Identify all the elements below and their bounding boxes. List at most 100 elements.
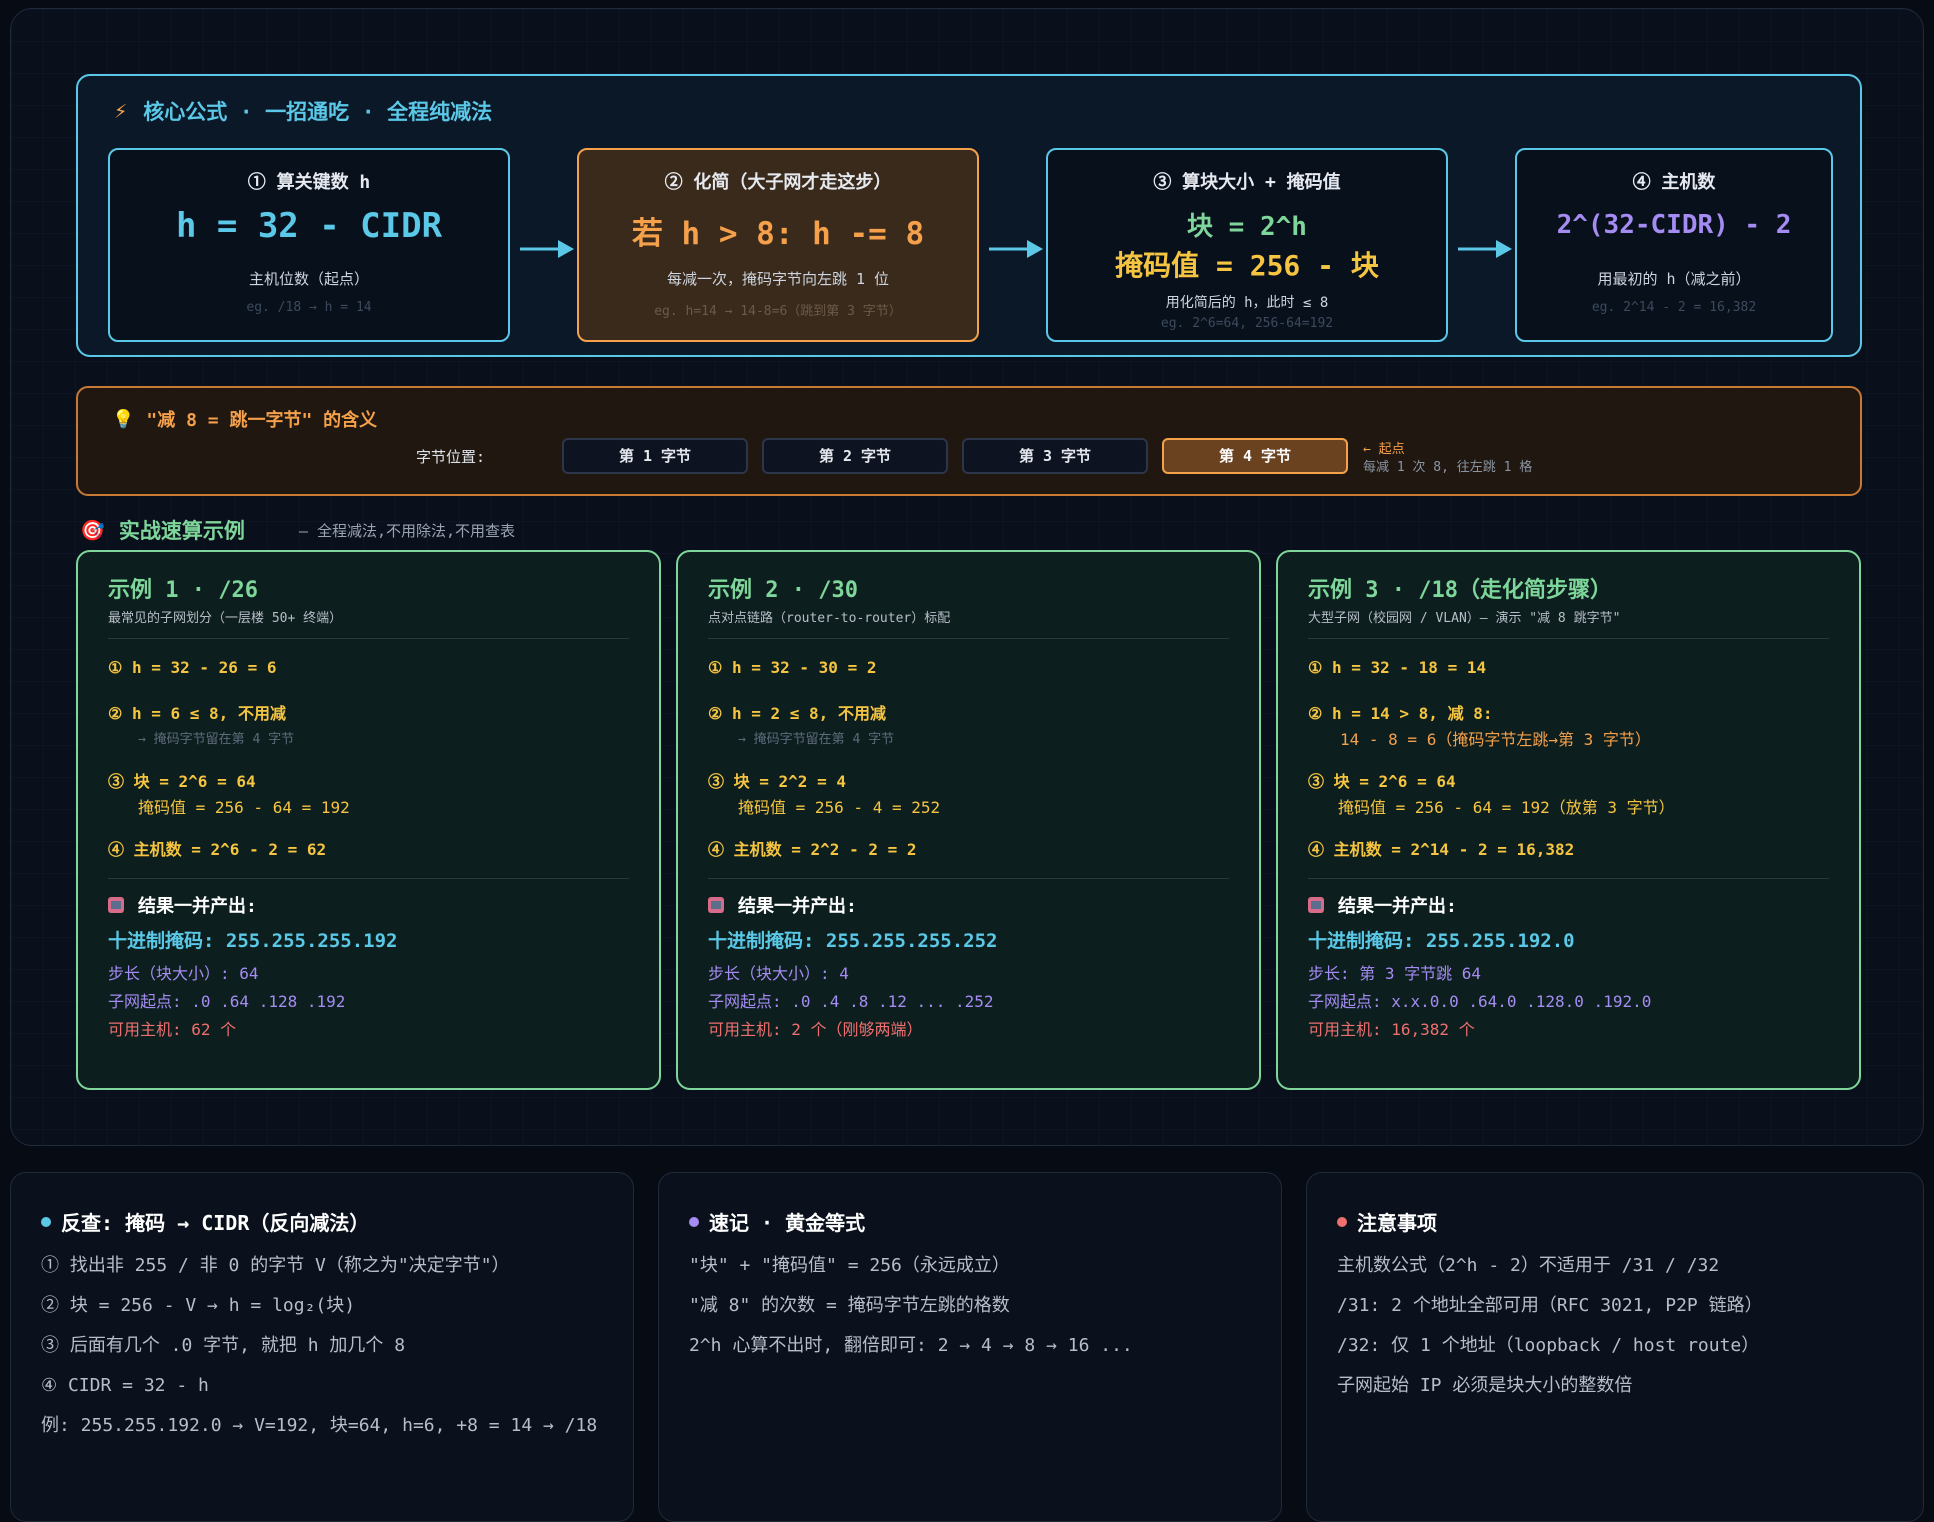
step-1-line: ① h = 32 - 30 = 2 bbox=[708, 658, 877, 677]
example-desc: 大型子网（校园网 / VLAN）— 演示 "减 8 跳字节" bbox=[1308, 611, 1621, 626]
result-title: 结果一并产出: bbox=[1308, 892, 1457, 918]
divider bbox=[708, 878, 1229, 879]
card-line: ① 找出非 255 / 非 0 的字节 V（称之为"决定字节"） bbox=[41, 1255, 510, 1276]
card-line: ② 块 = 256 - V → h = log₂(块) bbox=[41, 1295, 356, 1316]
examples-section-title: 🎯 实战速算示例 — 全程减法,不用除法,不用查表 bbox=[80, 515, 515, 545]
divider bbox=[1308, 638, 1829, 639]
result-starts: 子网起点: x.x.0.0 .64.0 .128.0 .192.0 bbox=[1308, 992, 1652, 1011]
formula-title-text: 核心公式 · 一招通吃 · 全程纯减法 bbox=[143, 100, 493, 124]
step-title: ① 算关键数 h bbox=[247, 172, 371, 193]
step-2-line: ② h = 6 ≤ 8, 不用减 bbox=[108, 704, 286, 723]
arrow-right-icon bbox=[520, 240, 574, 258]
step-note: 用化简后的 h，此时 ≤ 8 bbox=[1165, 295, 1329, 311]
bullet-dot-icon bbox=[41, 1216, 51, 1227]
lightbulb-icon: 💡 bbox=[112, 408, 135, 430]
card-line: 子网起始 IP 必须是块大小的整数倍 bbox=[1337, 1375, 1633, 1396]
step-2-sub: → 掩码字节留在第 4 字节 bbox=[138, 732, 295, 747]
arrow-right-icon bbox=[1458, 240, 1512, 258]
result-mask: 十进制掩码: 255.255.192.0 bbox=[1308, 930, 1575, 952]
divider bbox=[108, 638, 629, 639]
step-title: ③ 算块大小 + 掩码值 bbox=[1153, 172, 1341, 193]
section-title-text: 实战速算示例 bbox=[118, 519, 245, 543]
card-line: /31: 2 个地址全部可用（RFC 3021, P2P 链路） bbox=[1337, 1295, 1763, 1316]
package-icon bbox=[708, 897, 724, 913]
card-line: "减 8" 的次数 = 掩码字节左跳的格数 bbox=[689, 1295, 1010, 1316]
step-formula: 2^(32-CIDR) - 2 bbox=[1556, 210, 1792, 240]
mnemonic-card: 速记 · 黄金等式 "块" + "掩码值" = 256（永远成立） "减 8" … bbox=[658, 1172, 1282, 1522]
byte-chip-1: 第 1 字节 bbox=[562, 438, 748, 474]
example-title: 示例 1 · /26 bbox=[108, 578, 258, 603]
example-title: 示例 3 · /18（走化简步骤） bbox=[1308, 578, 1612, 603]
package-icon bbox=[1308, 897, 1324, 913]
reverse-lookup-card: 反查: 掩码 → CIDR（反向减法） ① 找出非 255 / 非 0 的字节 … bbox=[10, 1172, 634, 1522]
step-3-line: ③ 块 = 2^2 = 4 bbox=[708, 772, 846, 791]
bullet-dot-icon bbox=[689, 1216, 699, 1227]
section-subtitle: — 全程减法,不用除法,不用查表 bbox=[298, 521, 516, 540]
card-line: "块" + "掩码值" = 256（永远成立） bbox=[689, 1255, 1010, 1276]
card-line: 2^h 心算不出时, 翻倍即可: 2 → 4 → 8 → 16 ... bbox=[689, 1335, 1133, 1356]
meaning-box: 💡 "减 8 = 跳一字节" 的含义 字节位置: 第 1 字节 第 2 字节 第… bbox=[76, 386, 1862, 496]
step-formula: 若 h > 8: h -= 8 bbox=[631, 216, 925, 252]
step-example: eg. 2^6=64, 256-64=192 bbox=[1160, 316, 1334, 331]
result-mask: 十进制掩码: 255.255.255.252 bbox=[708, 930, 998, 952]
result-title-text: 结果一并产出: bbox=[138, 896, 257, 917]
lightning-icon: ⚡ bbox=[114, 98, 128, 124]
result-title: 结果一并产出: bbox=[108, 892, 257, 918]
card-line: ④ CIDR = 32 - h bbox=[41, 1375, 209, 1396]
card-title-text: 注意事项 bbox=[1357, 1211, 1437, 1235]
result-title-text: 结果一并产出: bbox=[738, 896, 857, 917]
step-3-sub: 掩码值 = 256 - 64 = 192（放第 3 字节） bbox=[1338, 798, 1675, 817]
core-formula-box: ⚡ 核心公式 · 一招通吃 · 全程纯减法 ① 算关键数 h h = 32 - … bbox=[76, 74, 1862, 357]
step-example: eg. 2^14 - 2 = 16,382 bbox=[1591, 300, 1757, 315]
step-formula: 块 = 2^h bbox=[1187, 212, 1307, 242]
package-icon bbox=[108, 897, 124, 913]
step-4-line: ④ 主机数 = 2^6 - 2 = 62 bbox=[108, 840, 327, 859]
card-title: 反查: 掩码 → CIDR（反向减法） bbox=[41, 1207, 369, 1236]
step-4-card: ④ 主机数 2^(32-CIDR) - 2 用最初的 h（减之前） eg. 2^… bbox=[1515, 148, 1833, 342]
result-title-text: 结果一并产出: bbox=[1338, 896, 1457, 917]
divider bbox=[108, 878, 629, 879]
shift-note: 每减 1 次 8, 往左跳 1 格 bbox=[1363, 460, 1533, 475]
step-example: eg. /18 → h = 14 bbox=[246, 300, 372, 315]
step-note: 用最初的 h（减之前） bbox=[1597, 270, 1751, 288]
example-desc: 点对点链路（router-to-router）标配 bbox=[708, 611, 951, 626]
step-1-card: ① 算关键数 h h = 32 - CIDR 主机位数（起点） eg. /18 … bbox=[108, 148, 510, 342]
arrow-right-icon bbox=[989, 240, 1043, 258]
result-starts: 子网起点: .0 .64 .128 .192 bbox=[108, 992, 346, 1011]
result-step: 步长（块大小）: 64 bbox=[108, 964, 259, 983]
example-title: 示例 2 · /30 bbox=[708, 578, 858, 603]
start-point-note: ← 起点 bbox=[1363, 442, 1405, 457]
card-title-text: 速记 · 黄金等式 bbox=[709, 1211, 866, 1235]
byte-chip-4-active: 第 4 字节 bbox=[1162, 438, 1348, 474]
result-hosts: 可用主机: 16,382 个 bbox=[1308, 1020, 1475, 1039]
step-2-line: ② h = 2 ≤ 8, 不用减 bbox=[708, 704, 886, 723]
step-example: eg. h=14 → 14-8=6（跳到第 3 字节） bbox=[654, 304, 902, 319]
card-title: 速记 · 黄金等式 bbox=[689, 1207, 865, 1236]
card-title: 注意事项 bbox=[1337, 1207, 1437, 1236]
result-step: 步长（块大小）: 4 bbox=[708, 964, 849, 983]
step-3-line: ③ 块 = 2^6 = 64 bbox=[1308, 772, 1456, 791]
step-3-card: ③ 算块大小 + 掩码值 块 = 2^h 掩码值 = 256 - 块 用化简后的… bbox=[1046, 148, 1448, 342]
target-icon: 🎯 bbox=[80, 518, 105, 542]
step-formula-2: 掩码值 = 256 - 块 bbox=[1115, 249, 1379, 282]
card-title-text: 反查: 掩码 → CIDR（反向减法） bbox=[61, 1211, 370, 1235]
step-2-card: ② 化简（大子网才走这步） 若 h > 8: h -= 8 每减一次，掩码字节向… bbox=[577, 148, 979, 342]
step-title: ② 化简（大子网才走这步） bbox=[664, 172, 892, 193]
card-line: /32: 仅 1 个地址（loopback / host route） bbox=[1337, 1335, 1760, 1356]
meaning-title: 💡 "减 8 = 跳一字节" 的含义 bbox=[112, 406, 377, 432]
step-formula: h = 32 - CIDR bbox=[175, 206, 443, 246]
example-desc: 最常见的子网划分（一层楼 50+ 终端） bbox=[108, 611, 343, 626]
formula-title: ⚡ 核心公式 · 一招通吃 · 全程纯减法 bbox=[114, 96, 492, 126]
bullet-dot-icon bbox=[1337, 1216, 1347, 1227]
step-1-line: ① h = 32 - 26 = 6 bbox=[108, 658, 277, 677]
step-4-line: ④ 主机数 = 2^2 - 2 = 2 bbox=[708, 840, 917, 859]
byte-chip-3: 第 3 字节 bbox=[962, 438, 1148, 474]
notes-card: 注意事项 主机数公式（2^h - 2）不适用于 /31 / /32 /31: 2… bbox=[1306, 1172, 1924, 1522]
step-note: 每减一次，掩码字节向左跳 1 位 bbox=[666, 270, 890, 288]
result-title: 结果一并产出: bbox=[708, 892, 857, 918]
step-1-line: ① h = 32 - 18 = 14 bbox=[1308, 658, 1487, 677]
result-step: 步长: 第 3 字节跳 64 bbox=[1308, 964, 1482, 983]
card-line: 主机数公式（2^h - 2）不适用于 /31 / /32 bbox=[1337, 1255, 1720, 1276]
step-2-sub: → 掩码字节留在第 4 字节 bbox=[738, 732, 895, 747]
example-card-2: 示例 2 · /30 点对点链路（router-to-router）标配 ① h… bbox=[676, 550, 1261, 1090]
